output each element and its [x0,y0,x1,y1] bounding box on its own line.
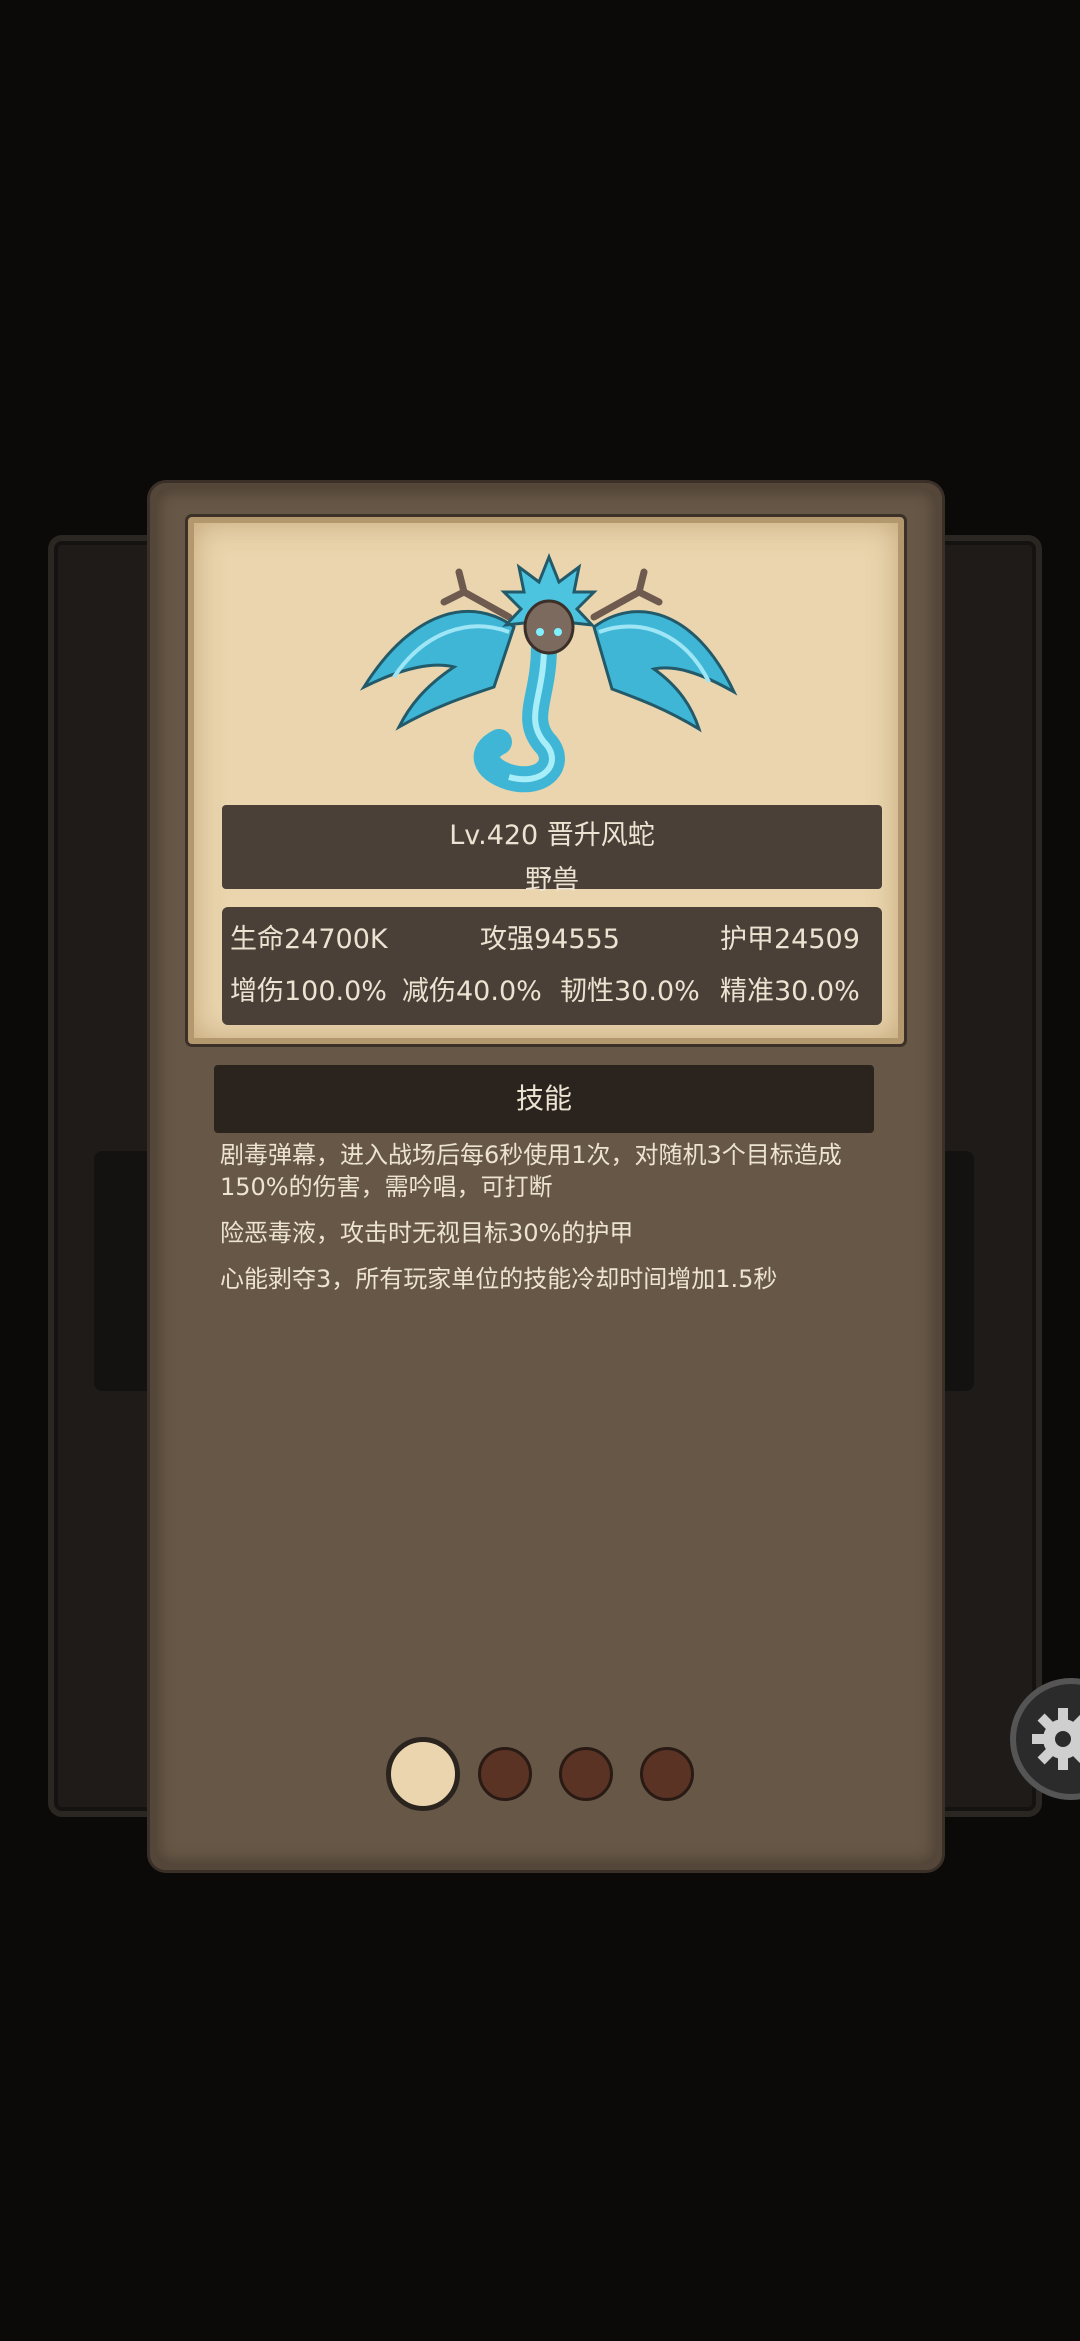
stat-attack: 攻强94555 [480,924,620,955]
skill-item: 剧毒弹幕，进入战场后每6秒使用1次，对随机3个目标造成150%的伤害，需吟唱，可… [220,1141,842,1201]
stat-armor: 护甲24509 [720,924,860,955]
page-dot-1[interactable] [386,1737,460,1811]
skills-header: 技能 [214,1065,874,1133]
stats-row-primary: 生命24700K 攻强94555 护甲24509 [222,917,882,957]
stat-toughness: 韧性30.0% [560,976,700,1007]
stat-damage-increase: 增伤100.0% [230,976,387,1007]
monster-type: 野兽 [525,865,579,896]
page-dot-3[interactable] [559,1747,613,1801]
monster-info-card: Lv.420 晋升风蛇 野兽 生命24700K 攻强94555 护甲24509 … [150,483,942,1870]
stat-damage-reduction: 减伤40.0% [402,976,542,1007]
skill-item: 险恶毒液，攻击时无视目标30%的护甲 [220,1219,634,1247]
monster-name-bar: Lv.420 晋升风蛇 野兽 [222,805,882,896]
stat-accuracy: 精准30.0% [720,976,860,1007]
stats-row-secondary: 增伤100.0% 减伤40.0% 韧性30.0% 精准30.0% [222,969,882,1009]
skills-list: 剧毒弹幕，进入战场后每6秒使用1次，对随机3个目标造成150%的伤害，需吟唱，可… [220,1139,880,1309]
wind-serpent-portrait [359,552,738,793]
stat-hp: 生命24700K [230,924,388,955]
gear-icon [1032,1708,1080,1770]
page-indicator [386,1734,706,1811]
monster-stats: 生命24700K 攻强94555 护甲24509 增伤100.0% 减伤40.0… [222,907,882,1025]
skill-item: 心能剥夺3，所有玩家单位的技能冷却时间增加1.5秒 [220,1265,778,1293]
monster-parchment: Lv.420 晋升风蛇 野兽 生命24700K 攻强94555 护甲24509 … [188,517,904,1044]
page-dot-4[interactable] [640,1747,694,1801]
monster-name: Lv.420 晋升风蛇 [449,820,655,851]
page-dot-2[interactable] [478,1747,532,1801]
